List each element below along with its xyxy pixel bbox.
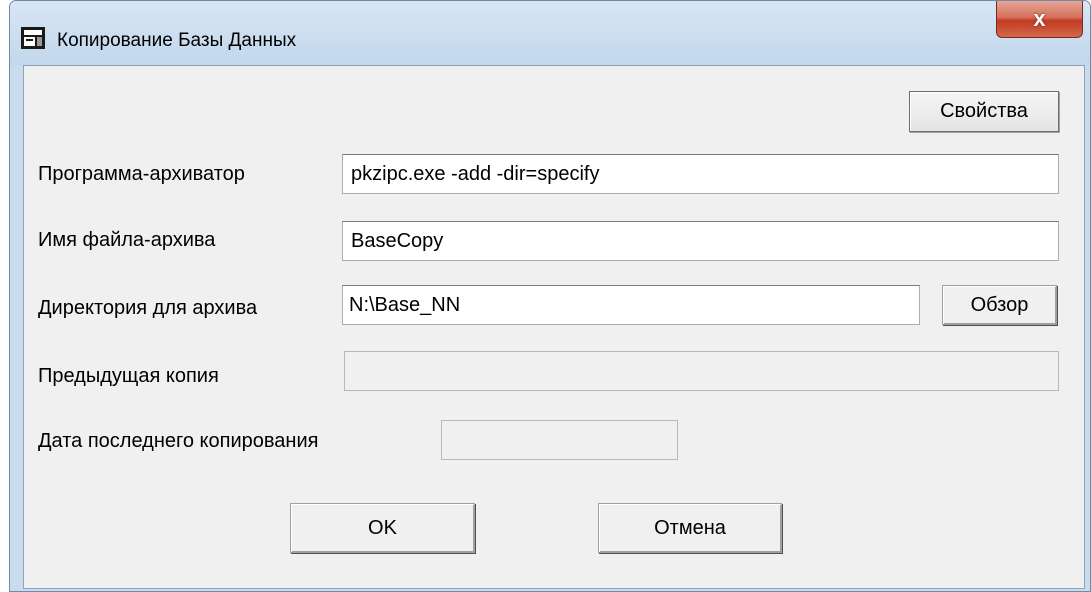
archive-dir-label: Директория для архива: [38, 297, 258, 319]
ok-button-label: OK: [368, 516, 397, 539]
archive-name-input[interactable]: BaseCopy: [342, 221, 1059, 261]
cancel-button[interactable]: Отмена: [598, 503, 782, 553]
close-button[interactable]: x: [996, 1, 1083, 38]
properties-button-label: Свойства: [940, 100, 1028, 122]
previous-copy-field: [344, 351, 1059, 391]
properties-button[interactable]: Свойства: [909, 91, 1059, 132]
title-bar[interactable]: Копирование Базы Данных x: [10, 1, 1090, 65]
window-title: Копирование Базы Данных: [57, 30, 297, 51]
archive-name-label: Имя файла-архива: [38, 229, 216, 251]
previous-copy-label: Предыдущая копия: [38, 365, 219, 387]
last-copy-date-field: [441, 420, 678, 460]
dialog-client-area: Свойства Программа-архиватор pkzipc.exe …: [23, 65, 1085, 589]
cancel-button-label: Отмена: [654, 516, 726, 539]
archiver-label: Программа-архиватор: [38, 163, 245, 185]
browse-button[interactable]: Обзор: [942, 285, 1057, 325]
database-window-icon: [21, 27, 45, 49]
dialog-window: Копирование Базы Данных x Свойства Прогр…: [9, 0, 1091, 592]
close-icon: x: [1033, 6, 1046, 31]
archive-dir-input[interactable]: N:\Base_NN: [342, 285, 920, 325]
last-copy-date-label: Дата последнего копирования: [38, 430, 319, 452]
browse-button-label: Обзор: [970, 293, 1029, 316]
archiver-input[interactable]: pkzipc.exe -add -dir=specify: [342, 154, 1059, 194]
ok-button[interactable]: OK: [290, 503, 475, 553]
